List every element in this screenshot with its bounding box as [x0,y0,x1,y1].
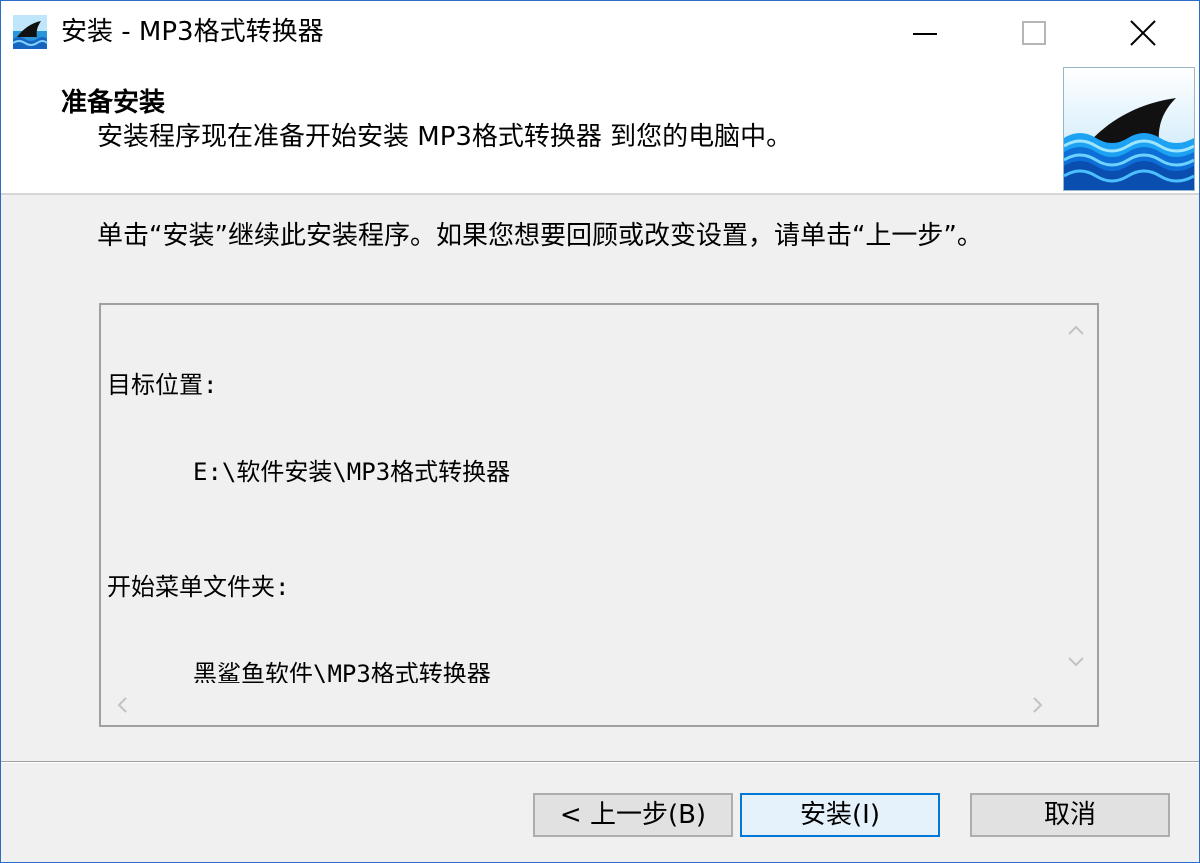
close-icon [1130,20,1156,46]
menu-value: 黑鲨鱼软件\MP3格式转换器 [193,660,491,683]
scroll-up-icon [1068,325,1084,335]
maximize-button[interactable] [987,1,1079,65]
title-bar[interactable]: 安装 - MP3格式转换器 [1,1,1199,65]
minimize-button[interactable] [877,1,969,65]
window-title: 安装 - MP3格式转换器 [61,17,324,47]
settings-summary-memo[interactable]: 目标位置: E:\软件安装\MP3格式转换器 开始菜单文件夹: 黑鲨鱼软件\MP… [99,303,1099,727]
minimize-icon [913,33,937,35]
vertical-scrollbar[interactable] [1055,305,1097,683]
install-button[interactable]: 安装(I) [740,793,940,837]
instruction-text: 单击“安装”继续此安装程序。如果您想要回顾或改变设置，请单击“上一步”。 [97,221,983,251]
page-subtitle: 安装程序现在准备开始安装 MP3格式转换器 到您的电脑中。 [97,122,793,152]
maximize-icon [1022,21,1046,45]
footer-divider [1,761,1199,763]
wizard-header: 准备安装 安装程序现在准备开始安装 MP3格式转换器 到您的电脑中。 [1,65,1199,195]
app-icon [11,13,49,51]
dest-value: E:\软件安装\MP3格式转换器 [193,458,511,486]
shark-fin-icon [1063,67,1195,191]
scroll-down-icon [1068,657,1084,667]
memo-content: 目标位置: E:\软件安装\MP3格式转换器 开始菜单文件夹: 黑鲨鱼软件\MP… [107,313,1047,683]
cancel-button[interactable]: 取消 [970,793,1170,837]
back-button[interactable]: < 上一步(B) [533,793,733,837]
page-title: 准备安装 [61,88,166,118]
dest-label: 目标位置: [107,371,218,399]
menu-label: 开始菜单文件夹: [107,573,290,601]
horizontal-scrollbar[interactable] [101,685,1057,725]
scroll-corner [1055,685,1097,725]
installer-window: 安装 - MP3格式转换器 准备安装 安装程序现在准备开始安装 MP3格式转换器… [0,0,1200,863]
scroll-right-icon [1033,697,1043,713]
scroll-left-icon [117,697,127,713]
close-button[interactable] [1097,1,1189,65]
